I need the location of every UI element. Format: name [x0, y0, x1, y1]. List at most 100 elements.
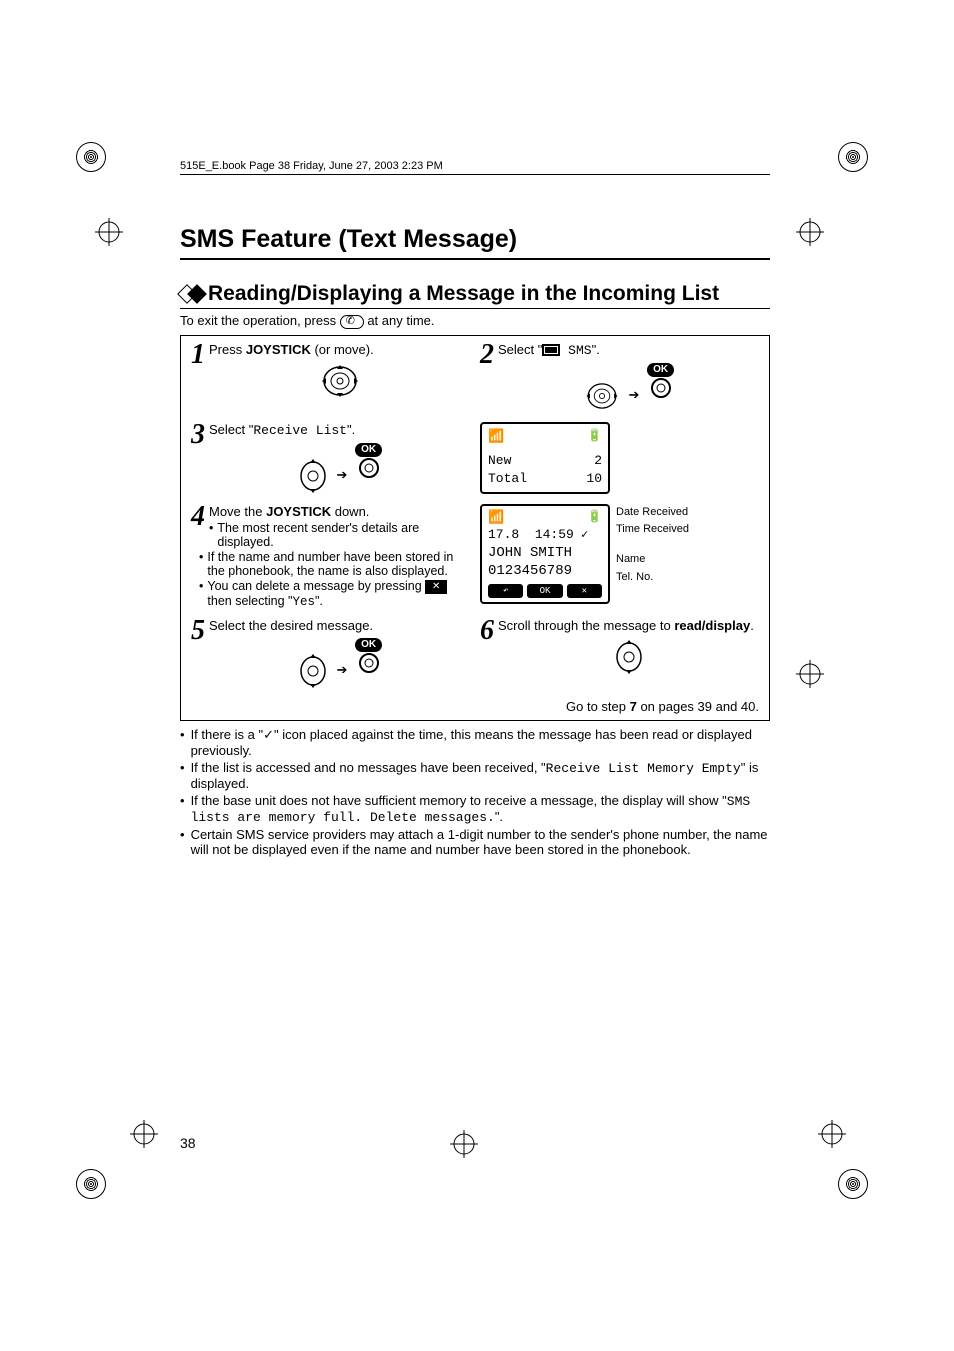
screen-value: 10	[586, 470, 602, 488]
reg-mark	[818, 1120, 846, 1148]
ok-badge-icon: OK	[355, 443, 382, 457]
screen-time: 14:59	[535, 527, 574, 542]
screen-new-total: 📶🔋 New2 Total10	[480, 422, 759, 496]
ok-badge-icon: OK	[647, 363, 674, 377]
check-icon: ✓	[263, 727, 274, 742]
text: Select "	[498, 342, 542, 357]
text: .	[750, 618, 754, 633]
text: then selecting "	[207, 594, 292, 608]
text: on pages 39 and 40.	[637, 699, 759, 714]
screen-label: Total	[488, 470, 527, 488]
note-item: Certain SMS service providers may attach…	[180, 827, 770, 857]
screen-annotations: Date Received Time Received Name Tel. No…	[616, 504, 689, 586]
joystick-icon	[318, 361, 362, 401]
page-content: 515E_E.book Page 38 Friday, June 27, 200…	[180, 160, 770, 859]
reg-mark	[796, 218, 824, 246]
page-title: SMS Feature (Text Message)	[180, 225, 770, 260]
text: ".	[495, 809, 503, 824]
text: 7	[630, 699, 637, 714]
antenna-icon: 📶	[488, 510, 504, 527]
text: Yes	[292, 595, 315, 609]
section-title-text: Reading/Displaying a Message in the Inco…	[208, 282, 719, 306]
step-number: 3	[191, 422, 205, 447]
step-5: 5 Select the desired message. ➔ OK	[191, 618, 470, 691]
screen-date: 17.8	[488, 527, 519, 542]
crop-ring-br	[838, 1169, 878, 1209]
text: If there is a "	[191, 727, 264, 742]
envelope-icon	[542, 344, 560, 356]
note-item: If the base unit does not have sufficien…	[180, 793, 770, 825]
arrow-right-icon: ➔	[629, 387, 640, 403]
screen-name: JOHN SMITH	[488, 544, 602, 562]
text: You can delete a message by pressing	[207, 579, 425, 593]
step-number: 1	[191, 342, 205, 367]
section-title: Reading/Displaying a Message in the Inco…	[180, 282, 770, 309]
annotation: Name	[616, 551, 689, 569]
text: To exit the operation, press	[180, 313, 340, 328]
battery-icon: 🔋	[587, 428, 602, 446]
step-number: 4	[191, 504, 205, 529]
step-1: 1 Press JOYSTICK (or move).	[191, 342, 470, 414]
text: Scroll through the message to	[498, 618, 674, 633]
annotation: Date Received	[616, 504, 689, 522]
text: ".	[347, 422, 355, 437]
annotation: Tel. No.	[616, 569, 689, 587]
joystick-icon	[583, 378, 621, 414]
text: " icon placed against the time, this mea…	[191, 727, 752, 758]
reg-mark	[95, 218, 123, 246]
phone-screen: 📶🔋 New2 Total10	[480, 422, 610, 495]
text: Move the	[209, 504, 266, 519]
center-button-icon	[357, 457, 381, 479]
notes-list: If there is a "✓" icon placed against th…	[180, 727, 770, 857]
step-number: 6	[480, 618, 494, 643]
text: down.	[331, 504, 369, 519]
center-button-icon	[649, 377, 673, 399]
text: Receive List Memory Empty	[546, 761, 741, 776]
text: If the base unit does not have sufficien…	[191, 793, 727, 808]
center-button-icon	[357, 652, 381, 674]
note-item: If the list is accessed and no messages …	[180, 760, 770, 791]
exit-instruction: To exit the operation, press at any time…	[180, 313, 770, 329]
step-6: 6 Scroll through the message to read/dis…	[480, 618, 759, 691]
screen-label: New	[488, 452, 511, 470]
step-number: 2	[480, 342, 494, 367]
text: SMS	[560, 343, 591, 358]
screen-tel: 0123456789	[488, 562, 602, 580]
diamond-bullet-icon	[180, 287, 204, 301]
book-header: 515E_E.book Page 38 Friday, June 27, 200…	[180, 160, 770, 175]
text: read/display	[674, 618, 750, 633]
note-item: If there is a "✓" icon placed against th…	[180, 727, 770, 758]
step-2: 2 Select " SMS". ➔ OK	[480, 342, 759, 414]
page-number: 38	[180, 1135, 196, 1151]
step-4: 4 Move the JOYSTICK down. The most recen…	[191, 504, 470, 610]
screen-value: 2	[594, 452, 602, 470]
screen-message-detail: 📶🔋 17.8 14:59 ✓ JOHN SMITH 0123456789 ↶ …	[480, 504, 759, 610]
bullet-item: If the name and number have been stored …	[199, 550, 470, 578]
text: Select the desired message.	[191, 618, 470, 633]
step-number: 5	[191, 618, 205, 643]
arrow-right-icon: ➔	[337, 662, 348, 678]
phone-screen: 📶🔋 17.8 14:59 ✓ JOHN SMITH 0123456789 ↶ …	[480, 504, 610, 604]
joystick-vertical-icon	[297, 651, 329, 691]
reg-mark	[130, 1120, 158, 1148]
text: JOYSTICK	[266, 504, 331, 519]
ok-badge-icon: OK	[355, 638, 382, 652]
text: Press	[209, 342, 246, 357]
bullet-item: The most recent sender's details are dis…	[209, 521, 470, 549]
annotation: Time Received	[616, 521, 689, 539]
crop-ring-tl	[76, 142, 116, 182]
hangup-icon	[340, 315, 364, 329]
step-3: 3 Select "Receive List". ➔ OK	[191, 422, 470, 496]
check-icon: ✓	[574, 528, 588, 542]
text: at any time.	[367, 313, 434, 328]
text: Go to step	[566, 699, 630, 714]
crop-ring-bl	[76, 1169, 116, 1209]
text: (or move).	[311, 342, 374, 357]
text: JOYSTICK	[246, 342, 311, 357]
joystick-vertical-icon	[613, 637, 645, 677]
goto-step: Go to step 7 on pages 39 and 40.	[191, 699, 759, 714]
text: Certain SMS service providers may attach…	[191, 827, 770, 857]
steps-box: 1 Press JOYSTICK (or move). 2 Select "	[180, 335, 770, 721]
text: Select "	[209, 422, 253, 437]
battery-icon: 🔋	[587, 510, 602, 527]
